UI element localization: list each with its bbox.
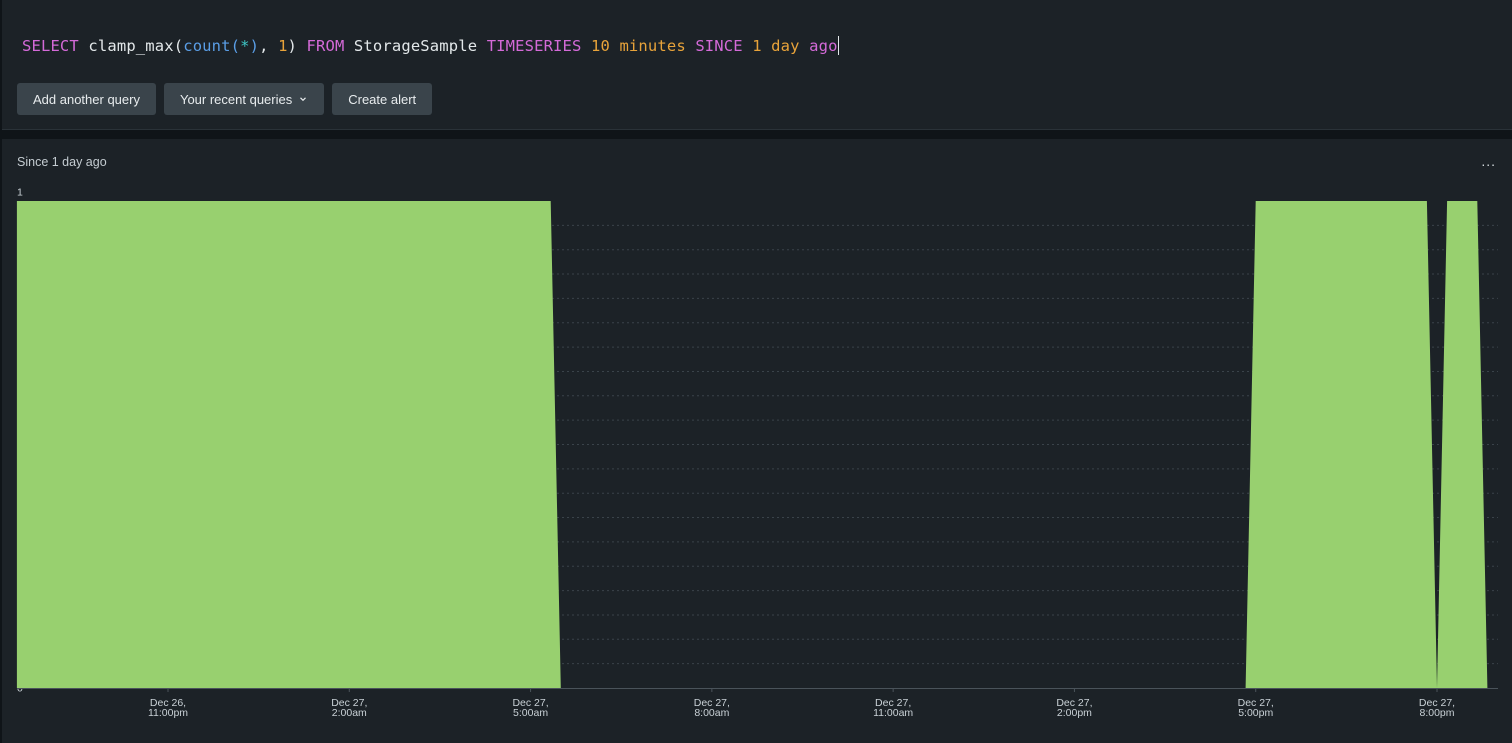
query-token: TIMESERIES: [486, 37, 582, 55]
nrql-query-input[interactable]: SELECT clamp_max(count(*), 1) FROM Stora…: [22, 36, 839, 55]
query-token: 10 minutes: [591, 37, 686, 55]
add-another-query-button[interactable]: Add another query: [17, 83, 156, 115]
query-token: [800, 37, 809, 55]
x-tick-label: 5:00pm: [1238, 707, 1273, 719]
x-tick-label: 5:00am: [513, 707, 548, 719]
query-token: ): [249, 37, 260, 55]
y-tick-label: 1: [17, 187, 23, 199]
query-token: SELECT: [22, 37, 79, 55]
add-another-query-label: Add another query: [33, 91, 140, 107]
create-alert-button[interactable]: Create alert: [332, 83, 433, 115]
query-token: *: [240, 37, 250, 55]
query-token: ago: [809, 37, 838, 55]
recent-queries-dropdown[interactable]: Your recent queries: [163, 83, 325, 115]
query-token: clamp_max(: [78, 37, 184, 55]
x-tick-label: 8:00am: [694, 707, 729, 719]
x-tick-label: 8:00pm: [1419, 707, 1454, 719]
x-tick-label: 11:00am: [873, 707, 913, 719]
query-token: [582, 37, 591, 55]
x-tick-label: 11:00pm: [148, 707, 188, 719]
query-toolbar: Add another query Your recent queries Cr…: [17, 83, 433, 115]
query-token: 1 day: [752, 37, 800, 55]
query-token: [686, 37, 695, 55]
chart-panel: 00.050.10.150.20.250.30.350.40.450.50.55…: [2, 139, 1512, 743]
query-token: ,: [259, 37, 279, 55]
x-tick-label: 2:00am: [332, 707, 367, 719]
query-editor-panel: SELECT clamp_max(count(*), 1) FROM Stora…: [2, 0, 1512, 130]
x-tick-label: 2:00pm: [1057, 707, 1092, 719]
query-token: FROM: [306, 37, 345, 55]
recent-queries-label: Your recent queries: [179, 91, 293, 107]
query-token: [743, 37, 752, 55]
text-cursor: [837, 36, 839, 55]
query-token: StorageSample: [344, 37, 487, 55]
query-token: (: [230, 37, 241, 55]
more-options-icon[interactable]: ...: [1481, 154, 1496, 168]
chevron-down-icon: [300, 97, 307, 102]
query-token: count: [183, 37, 231, 55]
query-token: SINCE: [695, 37, 743, 55]
query-token: ): [287, 37, 307, 55]
timeseries-chart: 00.050.10.150.20.250.30.350.40.450.50.55…: [16, 187, 1498, 719]
query-token: 1: [278, 37, 288, 55]
create-alert-label: Create alert: [348, 91, 417, 107]
chart-time-range-label: Since 1 day ago: [17, 155, 107, 169]
